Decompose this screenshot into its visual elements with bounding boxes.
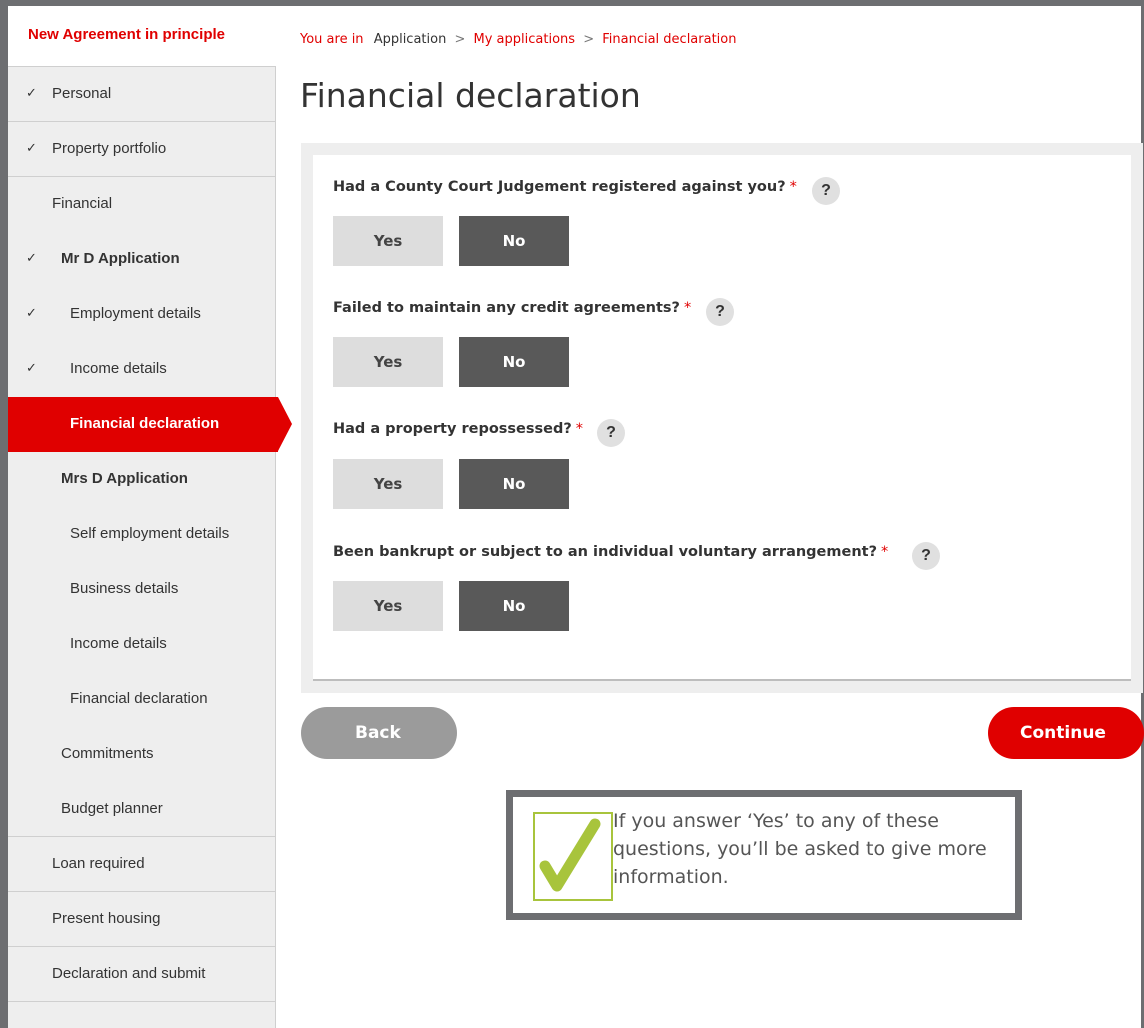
breadcrumb: You are in Application > My applications… <box>300 32 736 47</box>
sidebar-item-property-portfolio[interactable]: ✓ Property portfolio <box>8 122 276 177</box>
question-text: Failed to maintain any credit agreements… <box>333 300 680 316</box>
sidebar-item-label: Commitments <box>61 745 154 762</box>
continue-button[interactable]: Continue <box>988 707 1144 759</box>
sidebar-item-mrs-d-application[interactable]: Mrs D Application <box>8 452 276 507</box>
sidebar-item-commitments[interactable]: Commitments <box>8 727 276 782</box>
question-text: Had a property repossessed? <box>333 421 572 437</box>
sidebar-item-label: Mrs D Application <box>61 470 188 487</box>
sidebar-item-personal[interactable]: ✓ Personal <box>8 67 276 122</box>
sidebar-item-label: Budget planner <box>61 800 163 817</box>
question-text: Had a County Court Judgement registered … <box>333 179 786 195</box>
required-marker: * <box>789 179 797 195</box>
sidebar-item-declaration-and-submit[interactable]: Declaration and submit <box>8 947 276 1002</box>
help-icon[interactable]: ? <box>812 177 840 205</box>
breadcrumb-separator: > <box>583 32 595 47</box>
sidebar-item-employment-details[interactable]: ✓ Employment details <box>8 287 276 342</box>
question-text: Been bankrupt or subject to an individua… <box>333 544 878 560</box>
sidebar-item-financial-declaration-active[interactable]: Financial declaration <box>8 397 292 452</box>
info-text: If you answer ‘Yes’ to any of these ques… <box>613 810 987 888</box>
breadcrumb-prefix: You are in <box>300 32 364 47</box>
sidebar-item-self-employment-details[interactable]: Self employment details <box>8 507 276 562</box>
credit-agreements-no-button[interactable]: No <box>459 337 569 387</box>
sidebar-item-label: Personal <box>52 85 112 102</box>
check-icon: ✓ <box>26 250 37 265</box>
required-marker: * <box>683 300 692 316</box>
sidebar-header-label: New Agreement in principle <box>28 26 225 43</box>
sidebar-item-label: Present housing <box>52 910 161 927</box>
breadcrumb-item-application[interactable]: Application <box>374 32 447 47</box>
sidebar-item-budget-planner[interactable]: Budget planner <box>8 782 276 837</box>
sidebar-item-label: Business details <box>70 580 179 597</box>
bankrupt-yes-button[interactable]: Yes <box>333 581 443 631</box>
bankrupt-no-button[interactable]: No <box>459 581 569 631</box>
question-bankrupt-label: Been bankrupt or subject to an individua… <box>333 544 888 560</box>
info-callout: If you answer ‘Yes’ to any of these ques… <box>506 790 1022 920</box>
sidebar-item-label: Employment details <box>70 305 201 322</box>
sidebar-item-label: Declaration and submit <box>52 965 206 982</box>
breadcrumb-separator: > <box>454 32 466 47</box>
sidebar-item-income-details[interactable]: ✓ Income details <box>8 342 276 397</box>
check-icon <box>533 812 613 901</box>
sidebar-item-label: Financial declaration <box>70 690 208 707</box>
page-title: Financial declaration <box>300 76 641 115</box>
ccj-yes-button[interactable]: Yes <box>333 216 443 266</box>
ccj-no-button[interactable]: No <box>459 216 569 266</box>
sidebar-item-label: Loan required <box>52 855 145 872</box>
help-icon[interactable]: ? <box>597 419 625 447</box>
sidebar-item-income-details-2[interactable]: Income details <box>8 617 276 672</box>
check-icon: ✓ <box>26 360 37 375</box>
sidebar-item-loan-required[interactable]: Loan required <box>8 837 276 892</box>
sidebar-item-label: Financial <box>52 195 113 212</box>
repossessed-yes-button[interactable]: Yes <box>333 459 443 509</box>
question-repossessed-label: Had a property repossessed? * <box>333 421 583 437</box>
check-icon: ✓ <box>26 140 37 155</box>
sidebar-item-label: Financial declaration <box>70 415 220 432</box>
question-ccj-label: Had a County Court Judgement registered … <box>333 179 797 195</box>
repossessed-no-button[interactable]: No <box>459 459 569 509</box>
sidebar-item-present-housing[interactable]: Present housing <box>8 892 276 947</box>
back-button[interactable]: Back <box>301 707 457 759</box>
sidebar-item-label: Mr D Application <box>61 250 180 267</box>
sidebar-item-label: Income details <box>70 635 167 652</box>
sidebar-nav: New Agreement in principle ✓ Personal ✓ … <box>8 6 292 1028</box>
sidebar-item-label: Income details <box>70 360 167 377</box>
breadcrumb-item-my-applications[interactable]: My applications <box>474 32 576 47</box>
check-icon: ✓ <box>26 85 37 100</box>
sidebar-item-mr-d-application[interactable]: ✓ Mr D Application <box>8 232 276 287</box>
breadcrumb-item-current: Financial declaration <box>602 32 737 47</box>
credit-agreements-yes-button[interactable]: Yes <box>333 337 443 387</box>
question-credit-agreements-label: Failed to maintain any credit agreements… <box>333 300 691 316</box>
required-marker: * <box>575 421 584 437</box>
help-icon[interactable]: ? <box>912 542 940 570</box>
check-icon: ✓ <box>26 305 37 320</box>
sidebar-item-business-details[interactable]: Business details <box>8 562 276 617</box>
help-icon[interactable]: ? <box>706 298 734 326</box>
sidebar-item-label: Property portfolio <box>52 140 167 157</box>
required-marker: * <box>881 544 889 560</box>
sidebar-item-label: Self employment details <box>70 525 230 542</box>
check-mark-svg <box>539 818 601 892</box>
sidebar-item-financial-declaration-2[interactable]: Financial declaration <box>8 672 276 727</box>
sidebar-item-financial[interactable]: Financial <box>8 177 276 232</box>
sidebar-header[interactable]: New Agreement in principle <box>8 6 276 67</box>
